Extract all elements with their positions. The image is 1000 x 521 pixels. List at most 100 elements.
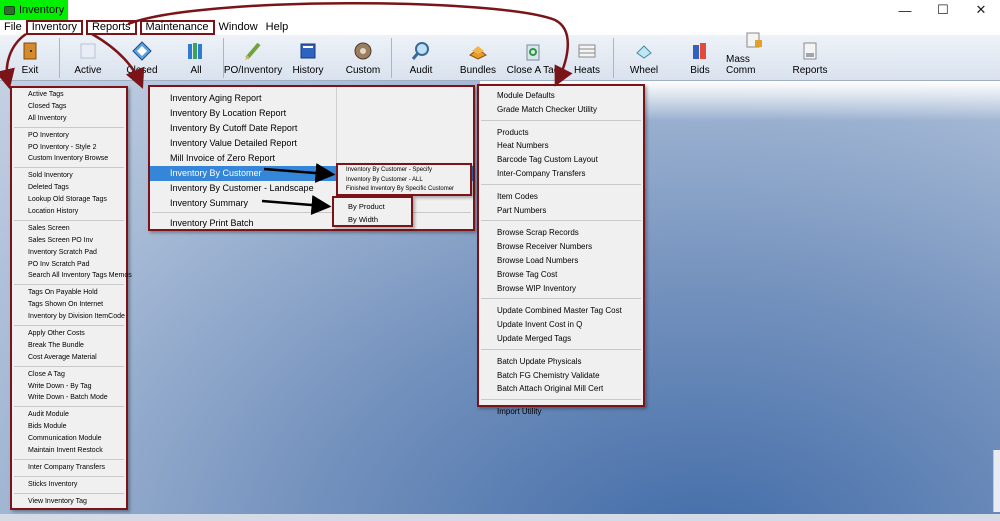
menu-help[interactable]: Help: [262, 20, 293, 35]
maintenance-item-part-numbers[interactable]: Part Numbers: [479, 204, 643, 218]
menu-file[interactable]: File: [0, 20, 26, 35]
inventory-item-sales-screen[interactable]: Sales Screen: [12, 223, 126, 235]
inventory-item-close-a-tag[interactable]: Close A Tag: [12, 369, 126, 381]
vertical-scrollbar[interactable]: [993, 450, 1000, 512]
toolbar-bundles[interactable]: Bundles: [450, 35, 506, 81]
heats-table-icon: [577, 41, 597, 61]
toolbar-mass-comm[interactable]: Mass Comm: [726, 32, 782, 81]
inventory-item-apply-other-costs[interactable]: Apply Other Costs: [12, 328, 126, 340]
maintenance-item-browse-load-numbers[interactable]: Browse Load Numbers: [479, 254, 643, 268]
reports-item[interactable]: Inventory By Cutoff Date Report: [150, 121, 473, 136]
inventory-item-inter-company-transfers[interactable]: Inter Company Transfers: [12, 462, 126, 474]
toolbar-history[interactable]: History: [282, 35, 334, 81]
toolbar-exit[interactable]: Exit: [0, 35, 60, 81]
maintenance-item-update-merged-tags[interactable]: Update Merged Tags: [479, 332, 643, 346]
reports-item-summary[interactable]: Inventory Summary: [150, 196, 473, 211]
reports-item[interactable]: Inventory By Location Report: [150, 106, 473, 121]
inventory-item-sold-inventory[interactable]: Sold Inventory: [12, 170, 126, 182]
toolbar-label: All: [190, 65, 202, 76]
maintenance-item-module-defaults[interactable]: Module Defaults: [479, 89, 643, 103]
inventory-item-po-inventory[interactable]: PO Inventory: [12, 130, 126, 142]
reports-item[interactable]: Inventory Print Batch: [150, 216, 473, 231]
inventory-item-tags-shown-on-internet[interactable]: Tags Shown On Internet: [12, 299, 126, 311]
submenu-item[interactable]: Finished Inventory By Specific Customer: [338, 185, 470, 195]
menu-maintenance[interactable]: Maintenance: [139, 20, 215, 35]
inventory-item-write-down-batch-mode[interactable]: Write Down - Batch Mode: [12, 392, 126, 404]
submenu-item[interactable]: By Product: [334, 200, 411, 213]
maintenance-item-import-utility[interactable]: Import Utility: [479, 405, 643, 419]
toolbar-wheel[interactable]: Wheel: [614, 35, 674, 81]
toolbar-label: Bids: [690, 65, 710, 76]
toolbar-active[interactable]: Active: [60, 35, 116, 81]
inventory-item-closed-tags[interactable]: Closed Tags: [12, 101, 126, 113]
maintenance-item-batch-attach-original-mill-cert[interactable]: Batch Attach Original Mill Cert: [479, 382, 643, 396]
inventory-item-active-tags[interactable]: Active Tags: [12, 89, 126, 101]
toolbar-all[interactable]: All: [168, 35, 224, 81]
toolbar-po-inventory[interactable]: PO/Inventory: [224, 35, 282, 81]
maintenance-item-item-codes[interactable]: Item Codes: [479, 190, 643, 204]
maintenance-item-update-combined-master-tag-cost[interactable]: Update Combined Master Tag Cost: [479, 304, 643, 318]
maintenance-item-browse-tag-cost[interactable]: Browse Tag Cost: [479, 268, 643, 282]
maintenance-item-barcode-tag-custom-layout[interactable]: Barcode Tag Custom Layout: [479, 153, 643, 167]
inventory-item-sticks-inventory[interactable]: Sticks Inventory: [12, 479, 126, 491]
inventory-item-audit-module[interactable]: Audit Module: [12, 409, 126, 421]
maintenance-item-products[interactable]: Products: [479, 126, 643, 140]
inventory-item-deleted-tags[interactable]: Deleted Tags: [12, 182, 126, 194]
submenu-item[interactable]: Inventory By Customer - ALL: [338, 176, 470, 186]
inventory-item-maintain-invent-restock[interactable]: Maintain Invent Restock: [12, 445, 126, 457]
maintenance-item-grade-match-checker-utility[interactable]: Grade Match Checker Utility: [479, 103, 643, 117]
maintenance-item-browse-receiver-numbers[interactable]: Browse Receiver Numbers: [479, 240, 643, 254]
toolbar-closed[interactable]: Closed: [116, 35, 168, 81]
close-button[interactable]: ✕: [962, 0, 1000, 20]
menu-window[interactable]: Window: [215, 20, 262, 35]
toolbar-heats[interactable]: Heats: [560, 35, 614, 81]
inventory-item-break-the-bundle[interactable]: Break The Bundle: [12, 340, 126, 352]
menu-inventory[interactable]: Inventory: [25, 20, 83, 35]
toolbar-label: Mass Comm: [726, 54, 756, 76]
toolbar-audit[interactable]: Audit: [392, 35, 450, 81]
toolbar-bids[interactable]: Bids: [674, 35, 726, 81]
inventory-item-po-inv-scratch-pad[interactable]: PO Inv Scratch Pad: [12, 259, 126, 271]
inventory-item-view-inventory-tag[interactable]: View Inventory Tag: [12, 496, 126, 508]
maintenance-item-inter-company-transfers[interactable]: Inter-Company Transfers: [479, 167, 643, 181]
inventory-item-bids-module[interactable]: Bids Module: [12, 421, 126, 433]
maintenance-item-browse-wip-inventory[interactable]: Browse WIP Inventory: [479, 282, 643, 296]
toolbar-label: Heats: [573, 65, 601, 76]
inventory-item-location-history[interactable]: Location History: [12, 206, 126, 218]
inventory-item-cost-average-material[interactable]: Cost Average Material: [12, 352, 126, 364]
inventory-item-lookup-old-storage-tags[interactable]: Lookup Old Storage Tags: [12, 194, 126, 206]
reports-item[interactable]: Inventory Aging Report: [150, 91, 473, 106]
inventory-item-po-inventory-style-2[interactable]: PO Inventory - Style 2: [12, 142, 126, 154]
bundles-icon: [468, 41, 488, 61]
maintenance-item-heat-numbers[interactable]: Heat Numbers: [479, 139, 643, 153]
maintenance-item-batch-update-physicals[interactable]: Batch Update Physicals: [479, 355, 643, 369]
inventory-item-write-down-by-tag[interactable]: Write Down - By Tag: [12, 381, 126, 393]
submenu-item[interactable]: Inventory By Customer - Specify: [338, 166, 470, 176]
inventory-item-search-all-inventory-tags-memos[interactable]: Search All Inventory Tags Memos: [12, 270, 132, 282]
all-books-icon: [186, 41, 206, 61]
submenu-item[interactable]: By Width: [334, 213, 411, 226]
inventory-item-communication-module[interactable]: Communication Module: [12, 433, 126, 445]
toolbar-custom[interactable]: Custom: [334, 35, 392, 81]
toolbar-label: Audit: [409, 65, 433, 76]
reports-item[interactable]: Inventory Value Detailed Report: [150, 136, 473, 151]
minimize-button[interactable]: —: [886, 0, 924, 20]
maintenance-item-batch-fg-chemistry-validate[interactable]: Batch FG Chemistry Validate: [479, 369, 643, 383]
summary-submenu: By Product By Width: [332, 196, 413, 227]
custom-coil-icon: [353, 41, 373, 61]
inventory-item-inventory-scratch-pad[interactable]: Inventory Scratch Pad: [12, 247, 126, 259]
toolbar-label: Close A Tag: [506, 65, 560, 76]
inventory-item-inventory-by-division-itemcode[interactable]: Inventory by Division ItemCode: [12, 311, 126, 323]
maximize-button[interactable]: ☐: [924, 0, 962, 20]
exit-door-icon: [20, 41, 40, 61]
inventory-item-tags-on-payable-hold[interactable]: Tags On Payable Hold: [12, 287, 126, 299]
toolbar-reports[interactable]: Reports: [782, 35, 838, 81]
maintenance-item-browse-scrap-records[interactable]: Browse Scrap Records: [479, 226, 643, 240]
maintenance-item-update-invent-cost-in-q[interactable]: Update Invent Cost in Q: [479, 318, 643, 332]
toolbar-close-a-tag[interactable]: Close A Tag: [506, 35, 560, 81]
inventory-item-all-inventory[interactable]: All Inventory: [12, 113, 126, 125]
menu-reports[interactable]: Reports: [85, 20, 137, 35]
history-book-icon: [298, 41, 318, 61]
inventory-item-sales-screen-po-inv[interactable]: Sales Screen PO Inv: [12, 235, 126, 247]
inventory-item-custom-inventory-browse[interactable]: Custom Inventory Browse: [12, 153, 126, 165]
